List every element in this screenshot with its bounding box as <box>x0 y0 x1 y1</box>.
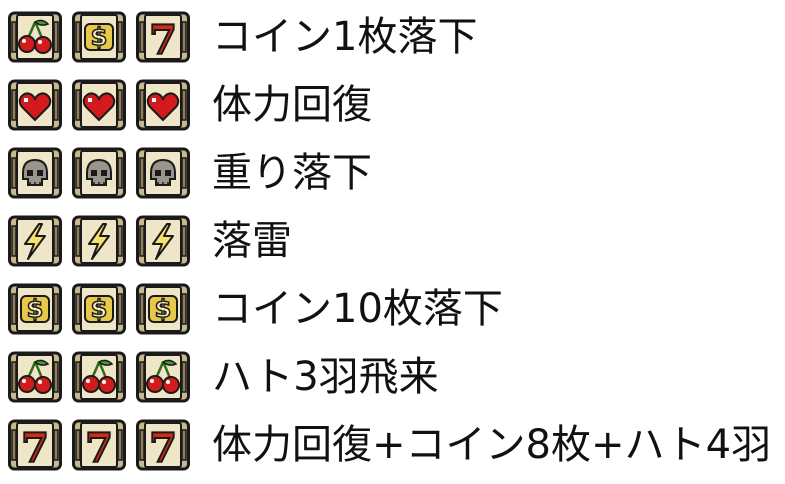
reel-set: $ $ $ <box>8 282 198 336</box>
svg-text:7: 7 <box>149 17 177 64</box>
svg-text:$: $ <box>91 23 108 51</box>
dollar-icon: $ <box>72 10 126 64</box>
svg-text:$: $ <box>155 295 172 323</box>
svg-text:$: $ <box>91 295 108 323</box>
lightning-icon <box>8 214 62 268</box>
skull-icon <box>136 146 190 200</box>
seven-icon: 7 <box>8 418 62 472</box>
reel-set: $ 7 <box>8 10 198 64</box>
heart-icon <box>72 78 126 132</box>
seven-icon: 7 <box>72 418 126 472</box>
combo-row: 体力回復 <box>0 74 785 136</box>
lightning-icon <box>72 214 126 268</box>
reel-set <box>8 214 198 268</box>
reel-set <box>8 78 198 132</box>
combo-effect-label: コイン1枚落下 <box>212 14 478 60</box>
dollar-icon: $ <box>8 282 62 336</box>
svg-text:7: 7 <box>21 425 49 472</box>
combo-row: $ 7 コイン1枚落下 <box>0 6 785 68</box>
svg-text:7: 7 <box>149 425 177 472</box>
seven-icon: 7 <box>136 418 190 472</box>
heart-icon <box>136 78 190 132</box>
cherry-icon <box>8 10 62 64</box>
combo-row: 落雷 <box>0 210 785 272</box>
lightning-icon <box>136 214 190 268</box>
reel-set <box>8 350 198 404</box>
skull-icon <box>72 146 126 200</box>
combo-row: 重り落下 <box>0 142 785 204</box>
reel-set: 7 7 7 <box>8 418 198 472</box>
combo-row: 7 7 7 体力回復+コイン8枚+ハト4羽 <box>0 414 785 476</box>
combo-effect-label: 重り落下 <box>212 150 372 196</box>
dollar-icon: $ <box>72 282 126 336</box>
combo-effect-label: 体力回復+コイン8枚+ハト4羽 <box>212 422 772 468</box>
combo-effect-label: コイン10枚落下 <box>212 286 503 332</box>
seven-icon: 7 <box>136 10 190 64</box>
reel-set <box>8 146 198 200</box>
cherry-icon <box>72 350 126 404</box>
combo-effect-label: 体力回復 <box>212 82 372 128</box>
combo-effect-label: 落雷 <box>212 218 292 264</box>
combo-effect-label: ハト3羽飛来 <box>212 354 439 400</box>
cherry-icon <box>136 350 190 404</box>
combo-row: ハト3羽飛来 <box>0 346 785 408</box>
combo-row: $ $ $ コイン10枚落下 <box>0 278 785 340</box>
cherry-icon <box>8 350 62 404</box>
skull-icon <box>8 146 62 200</box>
heart-icon <box>8 78 62 132</box>
dollar-icon: $ <box>136 282 190 336</box>
svg-text:7: 7 <box>85 425 113 472</box>
svg-text:$: $ <box>27 295 44 323</box>
